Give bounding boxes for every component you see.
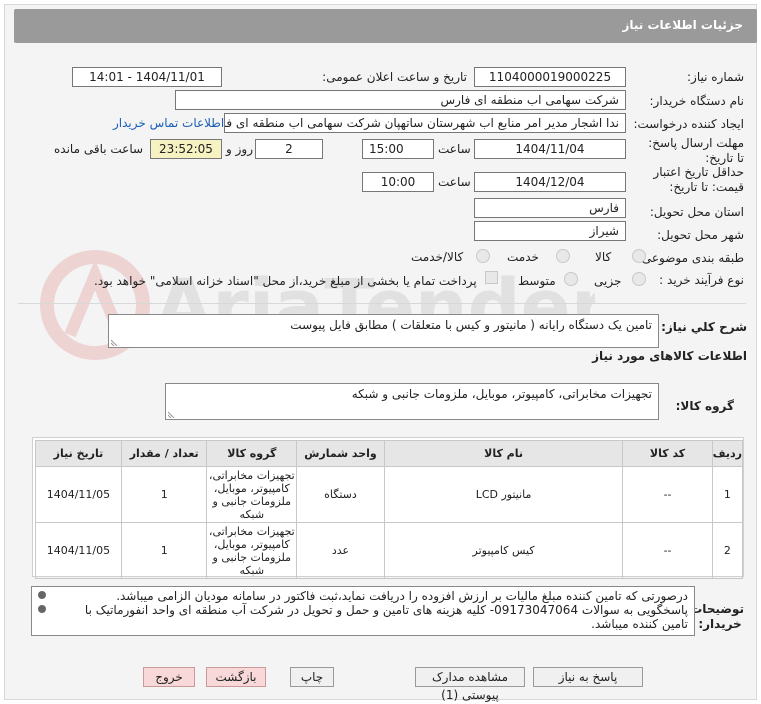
process-medium-label: متوسط	[518, 274, 556, 288]
province-label: استان محل تحویل:	[649, 205, 744, 219]
cell-item-code: --	[622, 522, 713, 579]
table-row[interactable]: 1 -- مانیتور LCD دستگاه تجهیزات مخابراتی…	[35, 466, 744, 523]
price-validity-label: حداقل تاریخ اعتبار قیمت: تا تاریخ:	[653, 165, 744, 194]
col-header-unit: واحد شمارش	[296, 440, 385, 467]
category-goods-label: کالا	[595, 250, 612, 264]
cell-need-date: 1404/11/05	[35, 522, 122, 579]
cell-group: تجهیزات مخابراتی، کامپیوتر، موبایل، ملزو…	[206, 522, 298, 579]
goods-group-textarea[interactable]: تجهیزات مخابراتی، کامپیوتر، موبایل، ملزو…	[165, 383, 659, 420]
col-header-group: گروه کالا	[206, 440, 298, 467]
table-header-row: ردیف کد کالا نام کالا واحد شمارش گروه کا…	[35, 440, 744, 467]
page-header: جزئیات اطلاعات نیاز	[14, 9, 757, 43]
goods-table: ردیف کد کالا نام کالا واحد شمارش گروه کا…	[35, 440, 744, 579]
table-row[interactable]: 2 -- کیس کامپیوتر عدد تجهیزات مخابراتی، …	[35, 522, 744, 579]
goods-group-label: گروه کالا:	[675, 399, 734, 413]
category-goods-service-radio[interactable]	[476, 249, 490, 263]
col-header-quantity: تعداد / مقدار	[120, 440, 208, 467]
price-time-label: ساعت	[438, 175, 471, 189]
print-button[interactable]: چاپ	[290, 667, 334, 687]
city-label: شهر محل تحویل:	[657, 228, 744, 242]
buyer-org-label: نام دستگاه خریدار:	[649, 94, 745, 108]
col-header-row-number: ردیف	[711, 440, 744, 467]
description-text: تامین یک دستگاه رایانه ( مانیتور و کیس ب…	[290, 318, 652, 332]
category-service-label: خدمت	[507, 250, 539, 264]
buyer-org-field[interactable]: شرکت سهامی اب منطقه ای فارس	[175, 90, 626, 110]
buyer-notes-box[interactable]: درصورتی که تامین کننده مبلغ مالیات بر ار…	[31, 586, 695, 636]
cell-unit: دستگاه	[296, 466, 385, 523]
description-label: شرح کلي نیاز:	[661, 320, 747, 334]
category-goods-radio[interactable]	[632, 249, 646, 263]
cell-group: تجهیزات مخابراتی، کامپیوتر، موبایل، ملزو…	[206, 466, 298, 523]
price-time-field[interactable]: 10:00	[362, 172, 434, 192]
need-number-label: شماره نیاز:	[687, 70, 744, 84]
cell-quantity: 1	[120, 466, 208, 523]
buyer-contact-link[interactable]: اطلاعات تماس خریدار	[113, 116, 224, 130]
goods-table-container: ردیف کد کالا نام کالا واحد شمارش گروه کا…	[32, 437, 744, 579]
goods-section-title: اطلاعات کالاهای مورد نیاز	[592, 349, 747, 363]
resize-handle-icon[interactable]	[111, 338, 119, 346]
islamic-treasury-checkbox[interactable]	[485, 271, 498, 284]
process-medium-radio[interactable]	[564, 272, 578, 286]
buyer-notes-line-3: تامین کننده میباشد.	[591, 617, 688, 631]
back-button[interactable]: بازگشت	[206, 667, 266, 687]
cell-item-name: مانیتور LCD	[383, 466, 624, 523]
creator-field[interactable]: ندا اشجار مدیر امر منابع اب شهرستان ساته…	[224, 113, 626, 133]
remaining-time-field: 23:52:05	[150, 139, 222, 159]
cell-row-number: 2	[711, 522, 744, 579]
islamic-treasury-note: پرداخت تمام یا بخشی از مبلغ خرید،از محل …	[94, 274, 477, 288]
reply-date-field[interactable]: 1404/11/04	[474, 139, 626, 159]
remaining-days-field[interactable]: 2	[255, 139, 323, 159]
price-date-field[interactable]: 1404/12/04	[474, 172, 626, 192]
reply-time-field[interactable]: 15:00	[362, 139, 434, 159]
days-and-label: روز و	[226, 142, 253, 156]
reply-time-label: ساعت	[438, 142, 471, 156]
goods-group-text: تجهیزات مخابراتی، کامپیوتر، موبایل، ملزو…	[351, 387, 652, 401]
col-header-item-code: کد کالا	[622, 440, 713, 467]
resize-handle-icon[interactable]	[168, 410, 176, 418]
process-label: نوع فرآیند خرید :	[659, 273, 744, 287]
section-divider	[18, 303, 746, 304]
buyer-notes-line-1: درصورتی که تامین کننده مبلغ مالیات بر ار…	[116, 589, 688, 603]
exit-button[interactable]: خروج	[143, 667, 195, 687]
cell-unit: عدد	[296, 522, 385, 579]
col-header-item-name: نام کالا	[383, 440, 624, 467]
reply-to-need-button[interactable]: پاسخ به نیاز	[533, 667, 643, 687]
cell-item-code: --	[622, 466, 713, 523]
category-service-radio[interactable]	[556, 249, 570, 263]
view-attachments-button[interactable]: مشاهده مدارک پیوستی (1)	[415, 667, 525, 702]
announce-date-label: تاریخ و ساعت اعلان عمومی:	[322, 70, 467, 84]
announce-date-field[interactable]: 1404/11/01 - 14:01	[72, 67, 222, 87]
creator-label: ایجاد کننده درخواست:	[633, 117, 744, 131]
scroll-thumb-icon[interactable]	[38, 605, 46, 613]
cell-row-number: 1	[711, 466, 744, 523]
process-minor-radio[interactable]	[632, 272, 646, 286]
need-number-field[interactable]: 1104000019000225	[474, 67, 626, 87]
description-textarea[interactable]: تامین یک دستگاه رایانه ( مانیتور و کیس ب…	[108, 314, 659, 348]
reply-deadline-label: مهلت ارسال پاسخ: تا تاریخ:	[648, 136, 744, 165]
cell-item-name: کیس کامپیوتر	[383, 522, 624, 579]
col-header-need-date: تاریخ نیاز	[35, 440, 122, 467]
cell-need-date: 1404/11/05	[35, 466, 122, 523]
page-title: جزئیات اطلاعات نیاز	[622, 18, 743, 32]
remaining-time-label: ساعت باقی مانده	[54, 142, 144, 156]
city-field[interactable]: شیراز	[474, 221, 626, 241]
buyer-notes-label: توضیحات خریدار:	[690, 602, 744, 631]
buyer-notes-line-2: پاسخگویی به سوالات 09173047064- کلیه هزی…	[84, 603, 688, 617]
cell-quantity: 1	[120, 522, 208, 579]
category-label: طبقه بندی موضوعی:	[637, 251, 744, 265]
province-field[interactable]: فارس	[474, 198, 626, 218]
scroll-up-icon[interactable]	[38, 591, 46, 599]
process-minor-label: جزیی	[594, 274, 622, 288]
category-goods-service-label: کالا/خدمت	[411, 250, 464, 264]
